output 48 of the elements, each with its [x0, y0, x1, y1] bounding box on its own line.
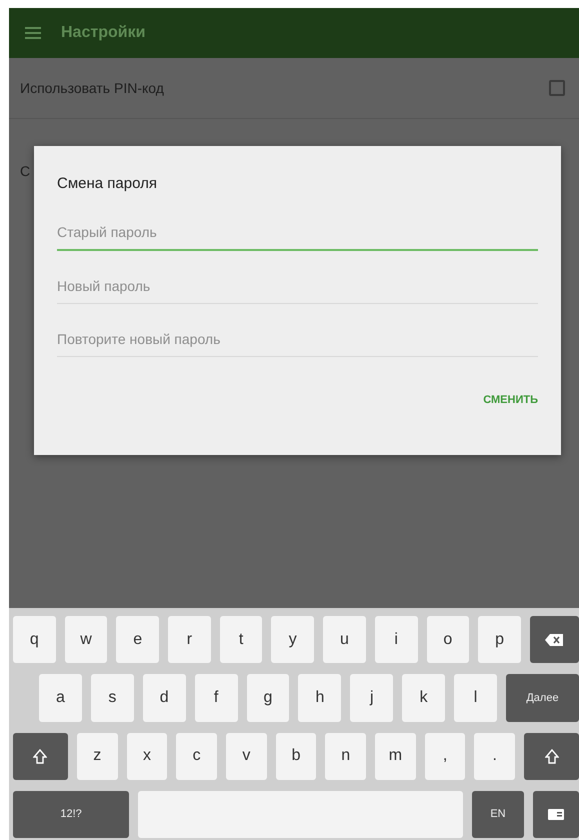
key[interactable]: r: [168, 616, 211, 664]
setting-label: Использовать PIN-код: [20, 80, 165, 96]
key[interactable]: .: [474, 732, 516, 780]
backspace-key[interactable]: [530, 616, 579, 664]
key[interactable]: m: [375, 732, 416, 780]
key[interactable]: x: [126, 732, 168, 780]
password-field[interactable]: Новый пароль: [57, 268, 538, 304]
key[interactable]: h: [298, 674, 342, 722]
key[interactable]: s: [90, 674, 134, 722]
menu-icon[interactable]: [25, 27, 41, 39]
hide-keyboard-key[interactable]: [532, 790, 579, 838]
key[interactable]: v: [226, 732, 267, 780]
key[interactable]: l: [454, 674, 498, 722]
key[interactable]: d: [142, 674, 186, 722]
key[interactable]: n: [325, 732, 366, 780]
key[interactable]: t: [220, 616, 262, 664]
key[interactable]: k: [402, 674, 446, 722]
shift-icon: [33, 748, 48, 764]
shift-icon: [544, 748, 559, 764]
key[interactable]: p: [478, 616, 521, 664]
key[interactable]: 12!?: [13, 790, 130, 838]
key[interactable]: Далее: [506, 674, 579, 722]
keyboard-icon: [548, 808, 564, 820]
setting-label: С: [20, 163, 32, 179]
key[interactable]: o: [426, 616, 470, 664]
key[interactable]: a: [39, 674, 82, 722]
password-field[interactable]: Повторите новый пароль: [57, 321, 538, 357]
shift-key[interactable]: [524, 732, 579, 780]
key[interactable]: b: [276, 732, 316, 780]
key[interactable]: z: [76, 732, 118, 780]
key[interactable]: q: [13, 616, 56, 664]
shift-key[interactable]: [13, 732, 68, 780]
key[interactable]: j: [350, 674, 394, 722]
key[interactable]: u: [323, 616, 366, 664]
dialog-title: Смена пароля: [57, 175, 158, 192]
key[interactable]: w: [64, 616, 108, 664]
checkbox[interactable]: [549, 80, 565, 96]
password-field[interactable]: Старый пароль: [57, 214, 538, 251]
key[interactable]: e: [116, 616, 160, 664]
key[interactable]: c: [176, 732, 217, 780]
key[interactable]: ,: [424, 732, 466, 780]
key[interactable]: g: [246, 674, 290, 722]
backspace-icon: [545, 634, 564, 646]
screen-title: Настройки: [61, 24, 146, 42]
key[interactable]: y: [271, 616, 314, 664]
key[interactable]: f: [194, 674, 238, 722]
key[interactable]: EN: [472, 790, 524, 838]
key[interactable]: i: [374, 616, 418, 664]
